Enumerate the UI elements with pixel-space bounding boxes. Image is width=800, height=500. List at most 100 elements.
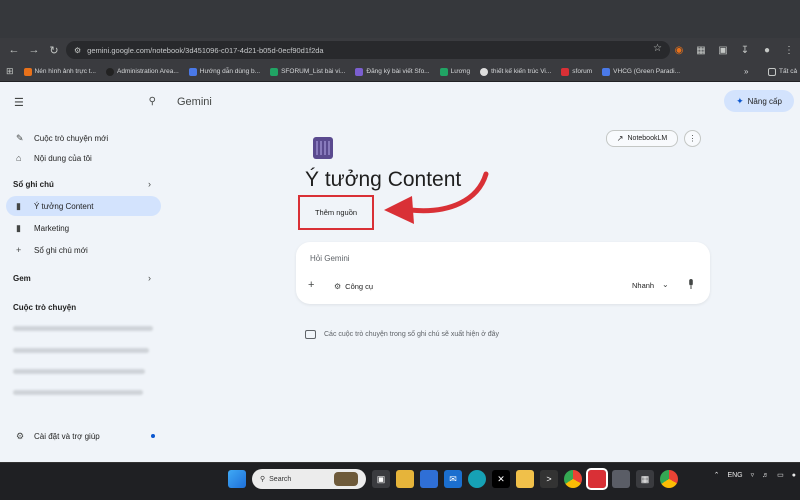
- folder-icon[interactable]: [516, 470, 534, 488]
- browser-tab-strip: [0, 0, 800, 38]
- task-view-icon[interactable]: ▣: [372, 470, 390, 488]
- chrome-icon[interactable]: [564, 470, 582, 488]
- mail-icon[interactable]: ✉: [444, 470, 462, 488]
- url-text: gemini.google.com/notebook/3d451096-c017…: [87, 45, 324, 55]
- open-external-icon: ↗: [616, 134, 624, 143]
- taskbar-search[interactable]: ⚲ Search: [252, 469, 366, 489]
- chevron-right-icon[interactable]: ›: [148, 179, 151, 189]
- chevron-down-icon[interactable]: ⌄: [662, 280, 669, 289]
- profile-icon[interactable]: ●: [756, 45, 778, 56]
- tools-button[interactable]: ⚙ Công cụ: [334, 282, 373, 291]
- extensions-puzzle-icon[interactable]: ▦: [690, 45, 712, 56]
- apps-grid-icon[interactable]: ⊞: [6, 66, 14, 77]
- prompt-input[interactable]: Hỏi Gemini: [310, 254, 350, 263]
- battery-icon[interactable]: ▭: [777, 471, 784, 479]
- mode-selector[interactable]: Nhanh: [632, 281, 654, 290]
- bookmark-star-icon[interactable]: ☆: [653, 43, 662, 54]
- wifi-icon[interactable]: ▿: [751, 471, 755, 479]
- forward-icon[interactable]: →: [24, 40, 44, 60]
- notebook-icon: ▮: [16, 222, 21, 233]
- home-icon: ⌂: [16, 153, 22, 163]
- recent-chat-item[interactable]: [13, 348, 149, 353]
- browser-toolbar: ← → ↻ ⚙ gemini.google.com/notebook/3d451…: [0, 38, 800, 62]
- sparkle-icon: ✦: [736, 95, 744, 106]
- file-explorer-icon[interactable]: [396, 470, 414, 488]
- bookmark-item[interactable]: Đăng ký bài viết Sfo...: [355, 67, 430, 76]
- reload-icon[interactable]: ↻: [44, 40, 64, 60]
- extension-icon[interactable]: ◉: [668, 45, 690, 56]
- recent-chat-item[interactable]: [13, 369, 145, 374]
- prompt-box[interactable]: Hỏi Gemini + ⚙ Công cụ Nhanh ⌄: [296, 242, 710, 304]
- windows-start-icon[interactable]: [228, 470, 246, 488]
- address-bar[interactable]: ⚙ gemini.google.com/notebook/3d451096-c0…: [66, 41, 670, 59]
- chats-header: Cuộc trò chuyện: [13, 303, 77, 312]
- notebooklm-button[interactable]: ↗ NotebookLM: [606, 130, 678, 147]
- chevron-right-icon[interactable]: ›: [148, 273, 151, 283]
- tools-icon: ⚙: [334, 282, 342, 291]
- app-grid-icon[interactable]: [420, 470, 438, 488]
- windows-taskbar: ⚲ Search ▣ ✉ ✕ > ▦ ⌃ ENG ▿ ♬ ▭ ●: [0, 462, 800, 500]
- notebook-icon: ▮: [16, 200, 21, 211]
- more-options-button[interactable]: ⋮: [684, 130, 701, 147]
- my-content-button[interactable]: ⌂ Nội dung của tôi: [6, 148, 161, 168]
- menu-kebab-icon[interactable]: ⋮: [778, 45, 800, 56]
- app-title: Gemini: [177, 96, 212, 108]
- back-icon[interactable]: ←: [4, 40, 24, 60]
- new-chat-button[interactable]: ✎ Cuộc trò chuyện mới: [6, 128, 161, 148]
- add-source-button[interactable]: Thêm nguồn: [298, 195, 374, 230]
- recent-chat-item[interactable]: [13, 326, 153, 331]
- app-icon[interactable]: [612, 470, 630, 488]
- gemini-app: ☰ ⚲ ✎ Cuộc trò chuyện mới ⌂ Nội dung của…: [0, 82, 800, 462]
- settings-button[interactable]: ⚙ Cài đặt và trợ giúp: [6, 426, 161, 446]
- sidebar-item-y-tuong-content[interactable]: ▮ Ý tưởng Content: [6, 196, 161, 216]
- notebook-cover-icon: [313, 137, 333, 159]
- search-icon: ⚲: [260, 476, 266, 483]
- bookmarks-bar: ⊞ Nén hình ảnh trực t... Administration …: [0, 62, 800, 82]
- upgrade-button[interactable]: ✦ Nâng cấp: [724, 90, 794, 112]
- notebooks-header[interactable]: Sổ ghi chú: [13, 180, 54, 189]
- search-highlight-image: [334, 472, 358, 486]
- recent-chat-item[interactable]: [13, 390, 143, 395]
- active-app-icon[interactable]: [586, 468, 608, 490]
- bookmark-item[interactable]: Nén hình ảnh trực t...: [23, 67, 96, 76]
- chrome-profile-icon[interactable]: [660, 470, 678, 488]
- bookmark-item[interactable]: Lương: [439, 67, 470, 76]
- plus-icon: +: [16, 245, 22, 255]
- sidebar-item-marketing[interactable]: ▮ Marketing: [6, 218, 161, 238]
- capcut-icon[interactable]: ✕: [492, 470, 510, 488]
- folder-icon: [768, 67, 776, 76]
- add-icon[interactable]: +: [308, 279, 314, 291]
- bookmark-favicon-icon: [602, 67, 611, 76]
- all-bookmarks-folder[interactable]: Tất cả: [768, 67, 797, 76]
- bookmark-item[interactable]: sforum: [561, 67, 592, 76]
- menu-icon[interactable]: ☰: [14, 96, 24, 109]
- bookmark-item[interactable]: thiết kế kiến trúc Vi...: [480, 67, 551, 76]
- edge-icon[interactable]: [468, 470, 486, 488]
- app-icon[interactable]: ▦: [636, 470, 654, 488]
- bookmark-item[interactable]: VHCG (Green Paradi...: [602, 67, 680, 76]
- terminal-icon[interactable]: >: [540, 470, 558, 488]
- search-icon[interactable]: ⚲: [149, 96, 156, 107]
- site-settings-icon[interactable]: ⚙: [74, 46, 81, 55]
- bookmark-favicon-icon: [561, 67, 570, 76]
- volume-icon[interactable]: ♬: [762, 472, 769, 479]
- notification-bell-icon[interactable]: ●: [792, 472, 796, 479]
- bookmark-item[interactable]: Administration Area...: [106, 67, 179, 76]
- bookmark-item[interactable]: Hướng dẫn dùng b...: [188, 67, 260, 76]
- language-indicator[interactable]: ENG: [727, 472, 742, 479]
- microphone-icon[interactable]: [688, 279, 694, 289]
- bookmark-favicon-icon: [355, 67, 364, 76]
- sidepanel-icon[interactable]: ▣: [712, 45, 734, 56]
- bookmark-favicon-icon: [270, 67, 279, 76]
- notification-dot: [151, 434, 155, 438]
- annotation-arrow-icon: [384, 171, 489, 224]
- chevron-up-icon[interactable]: ⌃: [714, 471, 720, 479]
- bookmark-favicon-icon: [188, 67, 197, 76]
- empty-chats-note: Các cuộc trò chuyện trong sổ ghi chú sẽ …: [305, 330, 499, 339]
- new-notebook-button[interactable]: + Sổ ghi chú mới: [6, 240, 161, 260]
- gem-header[interactable]: Gem: [13, 274, 31, 283]
- bookmarks-overflow-button[interactable]: »: [744, 67, 748, 76]
- bookmark-item[interactable]: SFORUM_List bài vi...: [270, 67, 345, 76]
- bookmark-favicon-icon: [480, 67, 489, 76]
- download-icon[interactable]: ↧: [734, 45, 756, 56]
